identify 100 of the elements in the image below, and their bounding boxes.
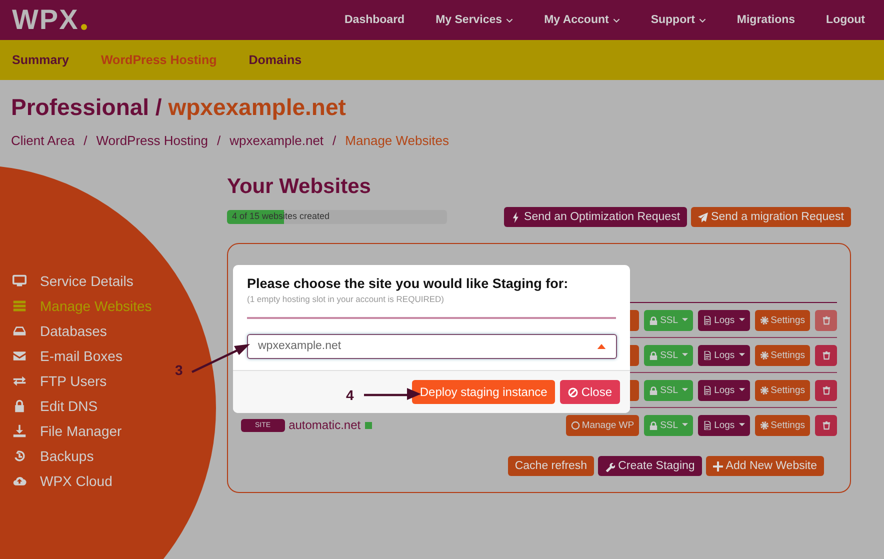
chevron-icon (506, 18, 514, 22)
settings-button[interactable]: Settings (754, 380, 810, 400)
server-icon (12, 298, 27, 312)
delete-button[interactable] (815, 344, 837, 366)
sidebar-item[interactable]: Databases (0, 321, 107, 340)
dialog-button[interactable]: Close (560, 380, 620, 404)
chevron-icon (698, 18, 706, 22)
dialog-note: (1 empty hosting slot in your account is REQUIRED) (247, 294, 445, 304)
gear-icon (760, 420, 769, 430)
trash-icon (822, 386, 830, 394)
breadcrumb-link[interactable]: WordPress Hosting (96, 133, 208, 148)
logs-button[interactable]: Logs (698, 414, 750, 436)
panel-button[interactable]: Create Staging (598, 456, 702, 476)
download-icon (12, 424, 27, 438)
logs-button[interactable]: Logs (698, 310, 750, 330)
sidebar-item[interactable]: Backups (0, 446, 94, 465)
caret-icon (682, 423, 688, 427)
document-icon (703, 420, 712, 430)
ssl-button[interactable]: SSL (644, 380, 694, 400)
paper-plane-icon (698, 212, 708, 222)
gear-icon (760, 350, 769, 360)
breadcrumb-link[interactable]: Manage Websites (345, 133, 449, 148)
mail-icon (12, 348, 27, 362)
caret-icon (738, 423, 745, 427)
logo-dot-icon (80, 24, 87, 30)
sub-nav-tab[interactable]: Summary (12, 53, 69, 67)
caret-icon (682, 318, 688, 322)
sidebar-item[interactable]: Edit DNS (0, 396, 98, 415)
ssl-button[interactable]: SSL (644, 310, 694, 330)
lock-icon (12, 398, 27, 412)
sub-nav-tab[interactable]: Domains (248, 53, 302, 67)
nav-link[interactable]: My Account (544, 14, 620, 26)
site-name[interactable]: automatic.net (288, 418, 361, 432)
nav-link[interactable]: Migrations (736, 14, 796, 26)
lock-icon (649, 386, 658, 394)
dialog-title: Please choose the site you would like Staging for: (247, 276, 570, 291)
breadcrumb-link[interactable]: wpxexample.net (230, 133, 324, 148)
settings-button[interactable]: Settings (754, 414, 810, 436)
logo[interactable]: WPX (12, 4, 79, 36)
caret-icon (738, 353, 745, 357)
drive-icon (12, 324, 27, 338)
ssl-button[interactable]: SSL (644, 344, 694, 366)
wrench-icon (605, 460, 616, 472)
settings-button[interactable]: Settings (754, 344, 810, 366)
lock-icon (649, 350, 658, 360)
panel-button[interactable]: Cache refresh (508, 456, 594, 476)
plan-title: Professional / (11, 94, 162, 120)
caret-icon (597, 344, 606, 348)
caret-icon (682, 388, 688, 392)
swap-icon (12, 374, 27, 388)
sidebar-item[interactable]: Service Details (0, 271, 134, 290)
gear-icon (760, 386, 769, 394)
request-button[interactable]: Send a migration Request (691, 207, 851, 227)
status-icon (364, 422, 372, 428)
chevron-icon (612, 18, 620, 22)
caret-icon (682, 353, 688, 357)
dialog-button[interactable]: Deploy staging instance (412, 380, 556, 404)
breadcrumb-separator: / (332, 133, 336, 148)
request-button[interactable]: Send an Optimization Request (504, 207, 688, 227)
delete-button[interactable] (815, 414, 837, 436)
breadcrumb-separator: / (84, 133, 88, 148)
sidebar-item[interactable]: WPX Cloud (0, 471, 112, 490)
sidebar-item[interactable]: File Manager (0, 421, 122, 440)
document-icon (703, 386, 712, 394)
history-icon (12, 448, 27, 462)
document-icon (703, 316, 712, 324)
domain-title: wpxexample.net (168, 94, 346, 120)
plus-icon (712, 460, 723, 472)
logs-button[interactable]: Logs (698, 344, 750, 366)
nav-link[interactable]: Dashboard (344, 14, 405, 26)
nav-link[interactable]: My Services (436, 14, 514, 26)
sidebar-item[interactable]: E-mail Boxes (0, 346, 122, 365)
ssl-button[interactable]: SSL (644, 414, 694, 436)
panel-button[interactable]: Add New Website (706, 456, 824, 476)
nav-link[interactable]: Support (650, 14, 706, 26)
ban-icon (568, 386, 578, 398)
monitor-icon (12, 274, 27, 288)
breadcrumb-separator: / (216, 133, 221, 148)
lock-icon (649, 420, 658, 430)
trash-icon (822, 420, 830, 430)
breadcrumb-link[interactable]: Client Area (11, 133, 75, 148)
manage-button[interactable]: Manage WP (566, 414, 640, 436)
caret-icon (738, 388, 745, 392)
gear-icon (760, 316, 769, 324)
trash-icon (822, 316, 830, 324)
sidebar-item[interactable]: Manage Websites (0, 296, 152, 315)
lightning-icon (511, 212, 522, 222)
site-select[interactable]: wpxexample.net (247, 334, 617, 358)
trash-icon (822, 350, 830, 360)
sidebar-item[interactable]: FTP Users (0, 371, 107, 390)
nav-link[interactable]: Logout (826, 14, 865, 26)
logs-button[interactable]: Logs (698, 380, 750, 400)
settings-button[interactable]: Settings (754, 310, 810, 330)
step-number: 4 (346, 387, 354, 403)
arrow-icon (362, 387, 422, 401)
caret-icon (738, 318, 745, 322)
document-icon (703, 350, 712, 360)
delete-button[interactable] (815, 380, 837, 400)
step-number: 3 (175, 362, 183, 378)
section-heading: Your Websites (227, 175, 372, 199)
